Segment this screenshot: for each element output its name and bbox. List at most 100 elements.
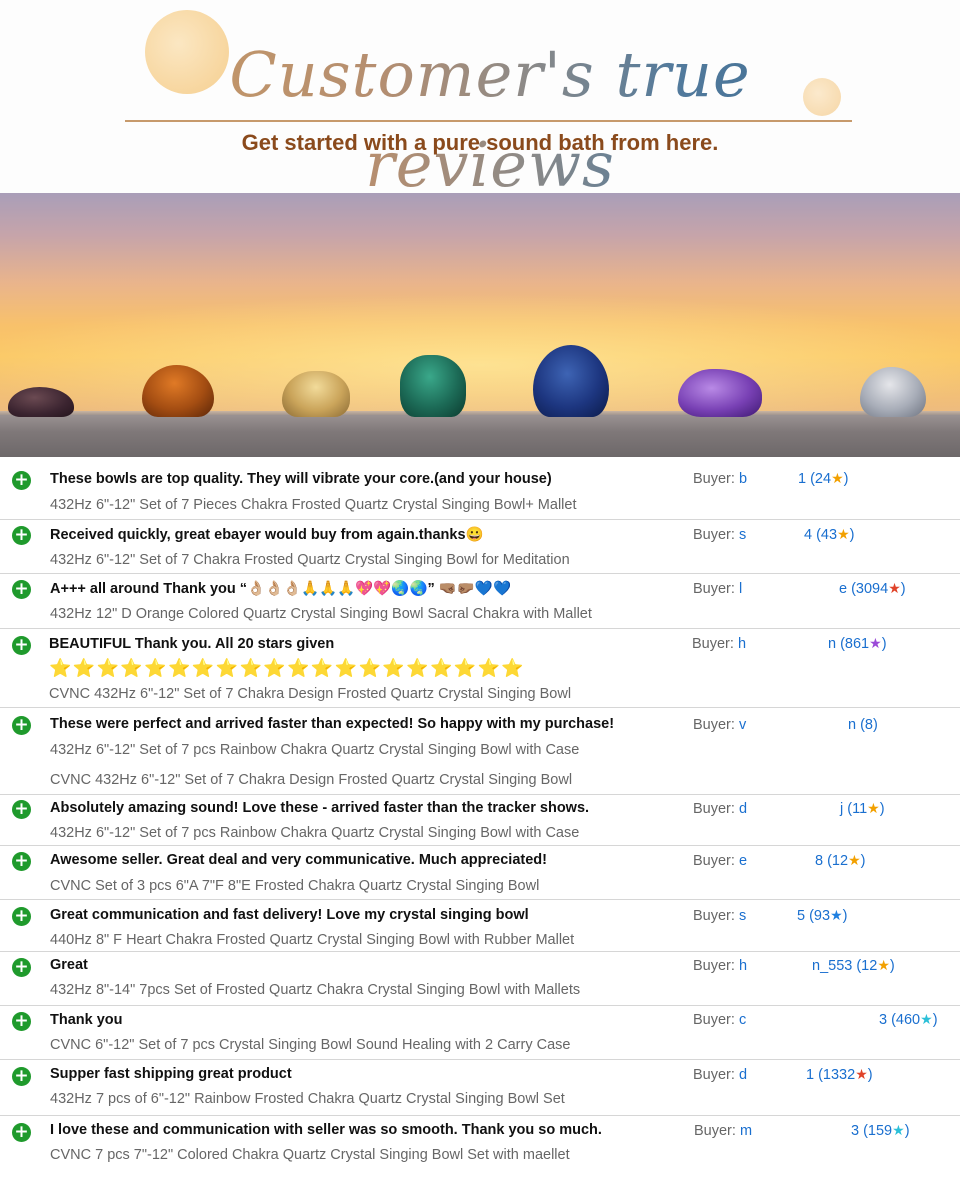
buyer-info: Buyer: d (693, 1067, 748, 1083)
stone-yellow (282, 371, 350, 417)
buyer-feedback-score[interactable]: 5 (93★) (797, 908, 847, 924)
review-row: + Thank you CVNC 6"-12" Set of 7 pcs Cry… (0, 1007, 960, 1060)
buyer-feedback-score[interactable]: j (11★) (840, 801, 885, 817)
stone-purple (678, 369, 762, 417)
review-product: 432Hz 6"-12" Set of 7 Pieces Chakra Fros… (50, 497, 577, 513)
review-row: + Received quickly, great ebayer would b… (0, 521, 960, 574)
buyer-name-link[interactable]: s (739, 908, 746, 924)
buyer-feedback-score[interactable]: 4 (43★) (804, 527, 854, 543)
expand-plus-icon[interactable]: + (12, 907, 31, 926)
buyer-name-link[interactable]: e (739, 853, 747, 869)
buyer-name-link[interactable]: h (738, 636, 746, 652)
buyer-name-link[interactable]: s (739, 527, 746, 543)
buyer-name-link[interactable]: b (739, 471, 747, 487)
review-product: 432Hz 6"-12" Set of 7 Chakra Frosted Qua… (50, 552, 570, 568)
buyer-feedback-score[interactable]: 8 (12★) (815, 853, 865, 869)
review-product: 432Hz 6"-12" Set of 7 pcs Rainbow Chakra… (50, 825, 580, 841)
star-turquoise-icon: ★ (892, 1123, 905, 1139)
review-product: CVNC 6"-12" Set of 7 pcs Crystal Singing… (50, 1037, 571, 1053)
page-subtitle: Get started with a pure sound bath from … (241, 130, 719, 155)
twenty-stars-row: ⭐⭐⭐⭐⭐⭐⭐⭐⭐⭐⭐⭐⭐⭐⭐⭐⭐⭐⭐⭐ (49, 658, 526, 679)
buyer-info: Buyer: m (694, 1123, 753, 1139)
buyer-name-link[interactable]: c (739, 1012, 746, 1028)
review-row: + Absolutely amazing sound! Love these -… (0, 796, 960, 846)
review-product: 432Hz 8"-14" 7pcs Set of Frosted Quartz … (50, 982, 581, 998)
review-product: 440Hz 8" F Heart Chakra Frosted Quartz C… (50, 932, 575, 948)
buyer-feedback-score[interactable]: n_553 (12★) (812, 958, 895, 974)
review-row: + These bowls are top quality. They will… (0, 457, 960, 520)
buyer-info: Buyer: l (693, 581, 743, 597)
review-product: 432Hz 6"-12" Set of 7 pcs Rainbow Chakra… (50, 742, 580, 758)
review-product-secondary: CVNC 432Hz 6"-12" Set of 7 Chakra Design… (50, 772, 573, 788)
review-comment: These bowls are top quality. They will v… (50, 471, 552, 487)
buyer-feedback-score[interactable]: n (861★) (828, 636, 887, 652)
review-comment: Great (50, 957, 88, 973)
buyer-name-link[interactable]: d (739, 801, 747, 817)
header: Customer's true reviews Get started with… (0, 0, 960, 201)
review-product: CVNC 7 pcs 7"-12" Colored Chakra Quartz … (50, 1147, 570, 1163)
buyer-feedback-score[interactable]: 1 (1332★) (806, 1067, 873, 1083)
buyer-info: Buyer: s (693, 908, 747, 924)
review-comment: Awesome seller. Great deal and very comm… (50, 852, 547, 868)
buyer-info: Buyer: c (693, 1012, 747, 1028)
expand-plus-icon[interactable]: + (12, 580, 31, 599)
review-comment: I love these and communication with sell… (50, 1122, 602, 1138)
review-comment: Great communication and fast delivery! L… (50, 907, 529, 923)
expand-plus-icon[interactable]: + (12, 636, 31, 655)
star-red-icon: ★ (888, 581, 901, 597)
review-row: + BEAUTIFUL Thank you. All 20 stars give… (0, 630, 960, 708)
buyer-name-link[interactable]: h (739, 958, 747, 974)
review-comment: These were perfect and arrived faster th… (50, 716, 615, 732)
buyer-info: Buyer: h (692, 636, 747, 652)
expand-plus-icon[interactable]: + (12, 1067, 31, 1086)
star-purple-icon: ★ (869, 636, 882, 652)
buyer-info: Buyer: e (693, 853, 748, 869)
buyer-name-link[interactable]: v (739, 717, 746, 733)
title-divider (125, 120, 852, 122)
review-product: 432Hz 7 pcs of 6"-12" Rainbow Frosted Ch… (50, 1091, 565, 1107)
review-product: 432Hz 12" D Orange Colored Quartz Crysta… (50, 606, 592, 622)
stone-ledge (0, 415, 960, 457)
review-product: CVNC Set of 3 pcs 6"A 7"F 8"E Frosted Ch… (50, 878, 540, 894)
expand-plus-icon[interactable]: + (12, 852, 31, 871)
review-row: + Supper fast shipping great product 432… (0, 1061, 960, 1116)
expand-plus-icon[interactable]: + (12, 716, 31, 735)
star-turquoise-icon: ★ (920, 1012, 933, 1028)
buyer-info: Buyer: s (693, 527, 747, 543)
buyer-info: Buyer: d (693, 801, 748, 817)
review-row: + Great communication and fast delivery!… (0, 901, 960, 952)
reviews-list: + These bowls are top quality. They will… (0, 457, 960, 1199)
star-orange-icon: ★ (848, 853, 861, 869)
star-red-icon: ★ (855, 1067, 868, 1083)
review-comment: Thank you (50, 1012, 123, 1028)
expand-plus-icon[interactable]: + (12, 526, 31, 545)
buyer-feedback-score[interactable]: e (3094★) (839, 581, 906, 597)
review-row: + A+++ all around Thank you “👌🏼👌🏼👌🏼🙏🙏🙏💖💖… (0, 575, 960, 629)
buyer-name-link[interactable]: d (739, 1067, 747, 1083)
review-comment: Received quickly, great ebayer would buy… (50, 527, 484, 543)
buyer-name-link[interactable]: l (739, 581, 742, 597)
review-product: CVNC 432Hz 6"-12" Set of 7 Chakra Design… (49, 686, 572, 702)
review-comment: A+++ all around Thank you “👌🏼👌🏼👌🏼🙏🙏🙏💖💖🌏🌏… (50, 581, 512, 597)
buyer-name-link[interactable]: m (740, 1123, 752, 1139)
star-orange-icon: ★ (837, 527, 850, 543)
stone-green (400, 355, 466, 417)
buyer-info: Buyer: h (693, 958, 748, 974)
expand-plus-icon[interactable]: + (12, 958, 31, 977)
banner-image-chakra-stones (0, 193, 960, 457)
buyer-feedback-score[interactable]: 3 (159★) (851, 1123, 910, 1139)
review-comment: BEAUTIFUL Thank you. All 20 stars given (49, 636, 335, 652)
star-orange-icon: ★ (831, 471, 844, 487)
buyer-feedback-score[interactable]: 3 (460★) (879, 1012, 938, 1028)
review-row: + These were perfect and arrived faster … (0, 709, 960, 795)
review-comment: Supper fast shipping great product (50, 1066, 292, 1082)
expand-plus-icon[interactable]: + (12, 800, 31, 819)
review-row: + Awesome seller. Great deal and very co… (0, 847, 960, 900)
buyer-feedback-score[interactable]: n (8) (848, 717, 878, 733)
expand-plus-icon[interactable]: + (12, 471, 31, 490)
review-row: + Great 432Hz 8"-14" 7pcs Set of Frosted… (0, 953, 960, 1006)
expand-plus-icon[interactable]: + (12, 1123, 31, 1142)
star-orange-icon: ★ (867, 801, 880, 817)
buyer-feedback-score[interactable]: 1 (24★) (798, 471, 848, 487)
expand-plus-icon[interactable]: + (12, 1012, 31, 1031)
